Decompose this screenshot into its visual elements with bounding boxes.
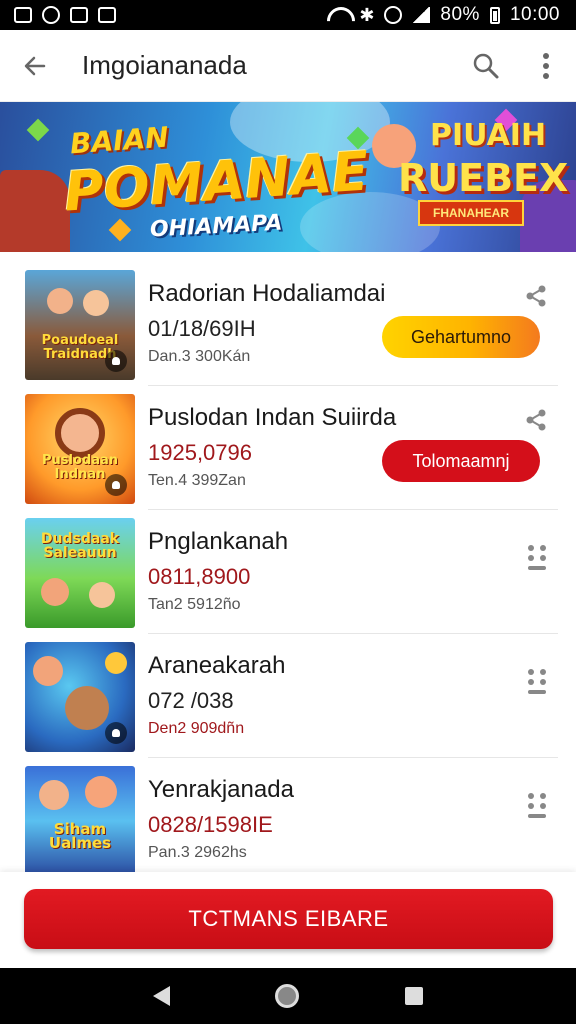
game-list: Poaudoeal Traidnadh Radorian Hodaliamdai…	[0, 262, 576, 882]
wifi-icon	[327, 7, 349, 23]
search-button[interactable]	[456, 30, 516, 102]
item-name: Yenrakjanada	[148, 776, 294, 803]
list-item[interactable]: Puslodaan Indnan Puslodan Indan Suiirda …	[0, 386, 576, 510]
battery-percent: 80%	[440, 4, 480, 25]
drag-handle-icon[interactable]	[526, 668, 548, 696]
item-value: 0828/1598IE	[148, 812, 273, 837]
share-icon[interactable]	[524, 284, 548, 308]
item-meta: Den2 909dñn	[148, 720, 245, 737]
promo-banner[interactable]: BAIAN POMANAE OHIAMAPA PIUAIH RUEBEX FHA…	[0, 102, 576, 252]
alarm-icon	[384, 6, 403, 24]
item-value: 0811,8900	[148, 564, 251, 589]
thumbnail-caption: Dudsdaak Saleauun	[40, 531, 120, 561]
nav-home-icon[interactable]	[275, 984, 300, 1008]
drag-handle-icon[interactable]	[526, 544, 548, 572]
back-arrow-icon	[24, 56, 46, 75]
primary-cta-button[interactable]: TCTMANS EIBARE	[24, 889, 553, 949]
item-name: Pnglankanah	[148, 528, 289, 555]
search-icon	[473, 53, 499, 78]
banner-right-top: PIUAIH	[430, 118, 547, 153]
item-thumbnail: Dudsdaak Saleauun	[25, 518, 135, 628]
item-thumbnail: Poaudoeal Traidnadh	[25, 270, 135, 380]
item-meta: Dan.3 300Kán	[148, 348, 251, 365]
item-meta: Ten.4 399Zan	[148, 472, 246, 489]
item-meta: Tan2 5912ño	[148, 596, 241, 613]
item-thumbnail	[25, 642, 135, 752]
back-button[interactable]	[0, 30, 70, 102]
item-value: 01/18/69IH	[148, 316, 256, 341]
clock: 10:00	[509, 4, 560, 25]
thumbnail-caption: Siham Ualmes	[48, 820, 112, 852]
item-value: 072 /038	[148, 688, 234, 713]
item-value: 1925,0796	[148, 440, 252, 465]
bottom-action-area: TCTMANS EIBARE	[0, 872, 576, 968]
app-bar: Imgoiananada	[0, 30, 576, 102]
more-options-button[interactable]	[516, 30, 576, 102]
banner-right-title: RUEBEX	[398, 156, 569, 200]
nav-recents-icon[interactable]	[405, 987, 424, 1005]
system-nav-bar	[0, 968, 576, 1024]
share-icon[interactable]	[524, 408, 548, 432]
list-item[interactable]: Poaudoeal Traidnadh Radorian Hodaliamdai…	[0, 262, 576, 386]
mail-icon	[70, 7, 88, 23]
nav-back-icon[interactable]	[152, 986, 170, 1006]
item-thumbnail: Siham Ualmes	[25, 766, 135, 876]
signal-icon	[412, 7, 431, 23]
item-name: Araneakarah	[148, 652, 286, 679]
item-thumbnail: Puslodaan Indnan	[25, 394, 135, 504]
bluetooth-icon: ✱	[359, 4, 375, 25]
item-meta: Pan.3 2962hs	[148, 844, 247, 861]
notification-icon	[14, 7, 32, 23]
battery-icon	[489, 6, 500, 24]
photo-icon	[98, 7, 116, 23]
item-name: Radorian Hodaliamdai	[148, 280, 386, 307]
item-action-button[interactable]: Gehartumno	[382, 316, 540, 358]
circle-icon	[42, 6, 60, 24]
page-title: Imgoiananada	[82, 50, 247, 80]
banner-right-tag: FHANAHEAR	[418, 200, 524, 226]
item-name: Puslodan Indan Suiirda	[148, 404, 397, 431]
list-item[interactable]: Dudsdaak Saleauun Pnglankanah 0811,8900 …	[0, 510, 576, 634]
list-item[interactable]: Araneakarah 072 /038 Den2 909dñn	[0, 634, 576, 758]
user-badge-icon	[105, 350, 127, 372]
drag-handle-icon[interactable]	[526, 792, 548, 820]
status-bar: ✱ 80% 10:00	[0, 0, 576, 30]
more-vert-icon	[543, 52, 549, 79]
banner-house-left	[0, 170, 70, 252]
item-action-button[interactable]: Tolomaamnj	[382, 440, 540, 482]
user-badge-icon	[105, 474, 127, 496]
list-item[interactable]: Siham Ualmes Yenrakjanada 0828/1598IE Pa…	[0, 758, 576, 882]
user-badge-icon	[105, 722, 127, 744]
